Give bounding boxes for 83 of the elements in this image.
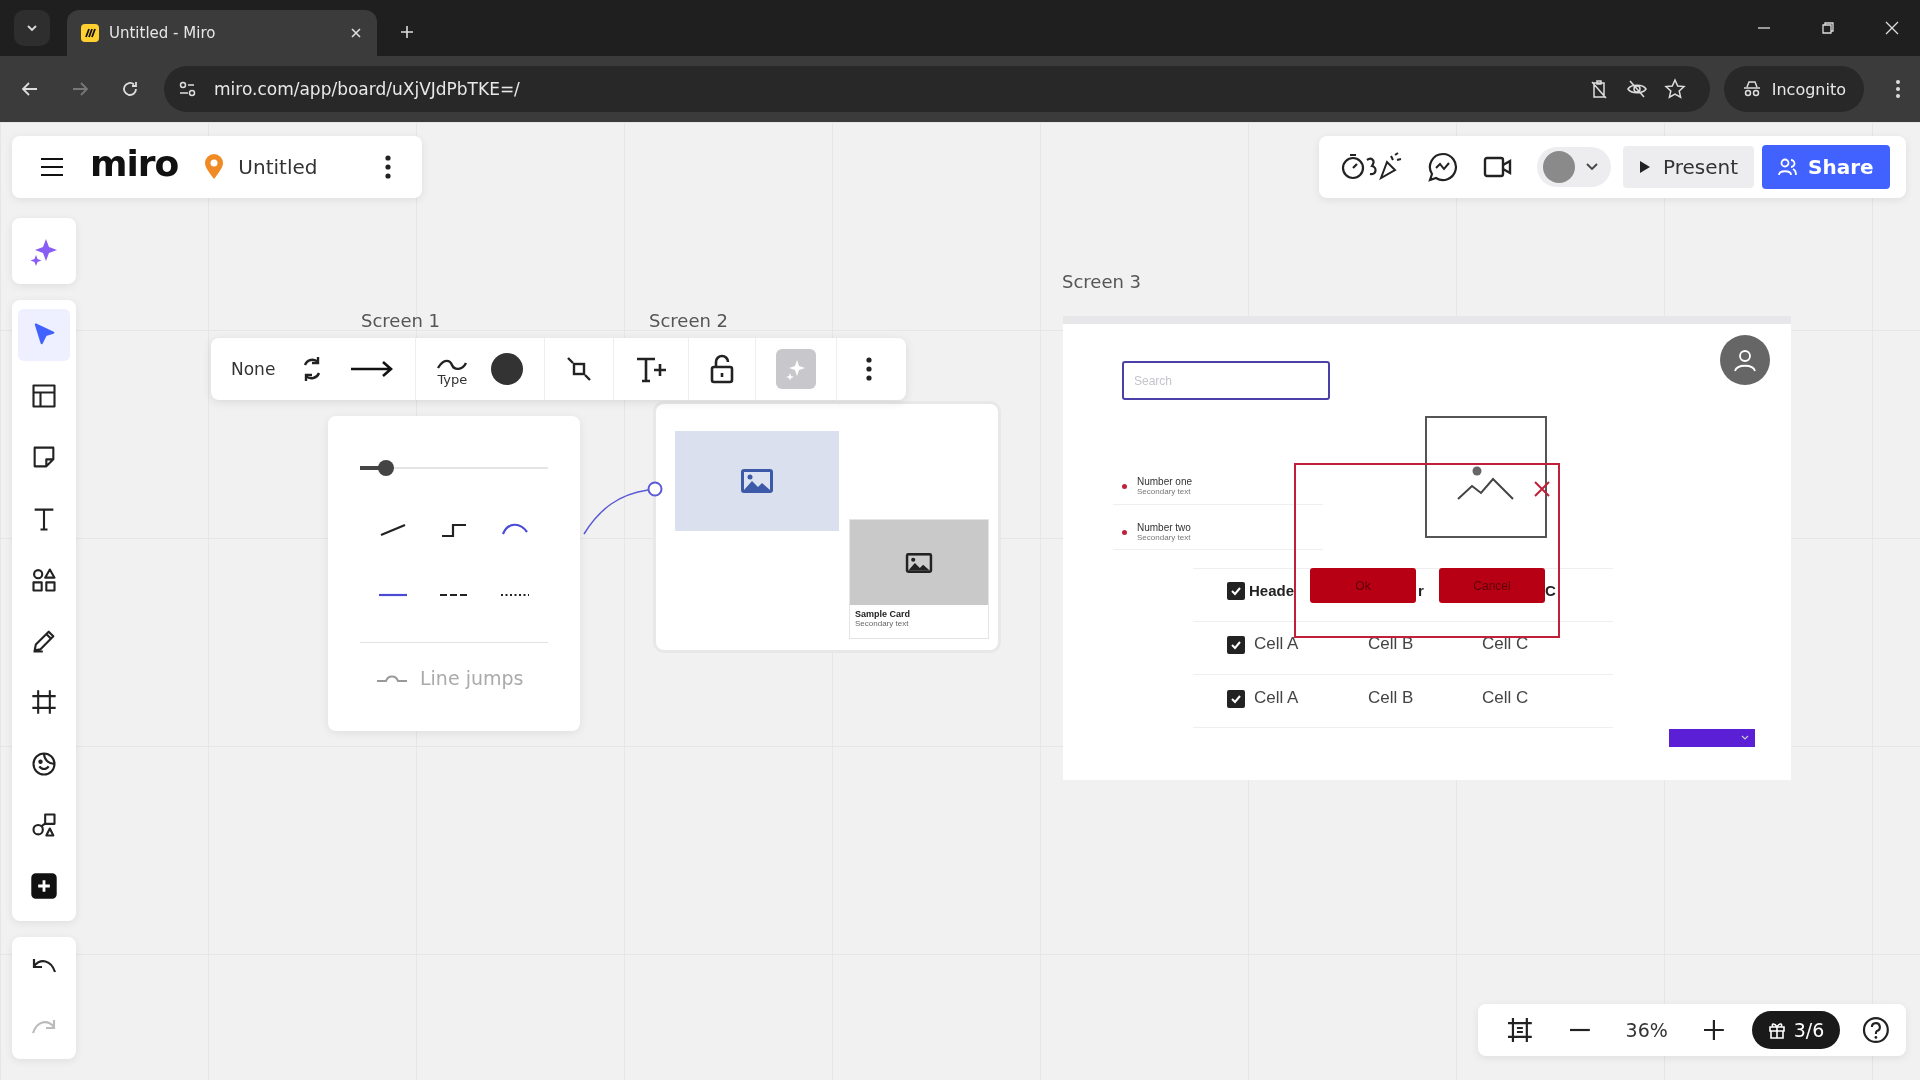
timer-confetti-icon[interactable] — [1341, 152, 1403, 182]
star-icon[interactable] — [1663, 78, 1686, 100]
browser-tab[interactable]: Untitled - Miro — [67, 10, 377, 56]
start-cap-button[interactable]: None — [231, 355, 276, 383]
video-camera-icon[interactable] — [1483, 155, 1513, 179]
url-text: miro.com/app/board/uXjVJdPbTKE=/ — [214, 79, 520, 99]
card-subtitle: Secondary text — [854, 619, 910, 628]
column-header: Heade — [1249, 582, 1295, 599]
checkmark-icon — [1230, 693, 1242, 705]
address-field[interactable]: miro.com/app/board/uXjVJdPbTKE=/ — [164, 66, 1710, 112]
list-bullet — [1122, 483, 1127, 489]
checkmark-icon — [1230, 639, 1242, 651]
present-button[interactable]: Present — [1623, 146, 1755, 188]
wave-icon — [436, 357, 469, 372]
chevron-down-icon — [1741, 735, 1749, 741]
fit-to-screen-icon[interactable] — [1506, 1016, 1534, 1044]
avatar — [1543, 151, 1575, 183]
checkbox[interactable] — [1227, 582, 1245, 600]
table-cell: Cell B — [1368, 688, 1414, 708]
frame-label: Screen 3 — [1062, 271, 1142, 292]
connector-handle[interactable] — [647, 481, 663, 497]
select-tool[interactable] — [18, 308, 70, 361]
table-cell: Cell C — [1482, 688, 1529, 708]
list-item-title: Number two — [1137, 522, 1191, 533]
table-cell: Cell A — [1254, 688, 1299, 708]
collaborators-button[interactable] — [1537, 147, 1611, 187]
chevron-down-icon — [1585, 162, 1599, 172]
frame-label: Screen 1 — [361, 310, 441, 331]
list-item-subtitle: Secondary text — [1137, 533, 1191, 542]
table-cell: Cell A — [1254, 634, 1299, 654]
board-title[interactable]: Untitled — [238, 155, 318, 179]
frame-icon — [30, 688, 58, 717]
gift-icon — [1767, 1021, 1786, 1039]
zoom-in-icon[interactable] — [1701, 1018, 1726, 1042]
incognito-badge[interactable]: Incognito — [1723, 66, 1864, 112]
list-bullet — [1122, 529, 1127, 535]
checkbox[interactable] — [1227, 690, 1245, 708]
column-header: r — [1418, 582, 1424, 599]
table-icon — [30, 381, 58, 410]
close-icon[interactable] — [1884, 20, 1900, 36]
smiley-icon — [30, 749, 58, 778]
card-title: Sample Card — [854, 608, 912, 619]
restore-icon[interactable] — [1820, 20, 1836, 36]
more-vertical-icon[interactable] — [865, 356, 874, 382]
list-item-subtitle: Secondary text — [1137, 487, 1192, 496]
list-item-title: Number one — [1137, 476, 1193, 487]
menu-icon[interactable] — [40, 157, 64, 177]
unlock-icon[interactable] — [709, 353, 736, 385]
mountain-icon — [1456, 466, 1516, 502]
more-vertical-icon[interactable] — [1894, 78, 1902, 100]
share-button[interactable]: Share — [1762, 145, 1890, 189]
plus-icon — [30, 872, 58, 901]
line-color-swatch[interactable] — [490, 352, 525, 386]
play-icon — [1639, 160, 1651, 174]
column-header: C — [1545, 582, 1556, 599]
user-icon — [1732, 347, 1758, 373]
logo[interactable]: miro — [90, 146, 179, 188]
diagram-icon — [30, 811, 58, 839]
eye-off-icon[interactable] — [1625, 78, 1648, 100]
close-icon[interactable] — [349, 26, 363, 40]
zoom-level[interactable]: 36% — [1625, 1019, 1668, 1041]
connector-line[interactable] — [583, 489, 649, 535]
shapes-icon — [30, 565, 58, 594]
checkbox[interactable] — [1227, 636, 1245, 654]
chat-icon[interactable] — [1427, 151, 1459, 183]
app-favicon-icon — [81, 24, 99, 42]
image-icon — [740, 468, 774, 494]
wireframe-frame[interactable]: Sample Card Secondary text — [656, 404, 998, 650]
more-vertical-icon[interactable] — [384, 154, 392, 180]
search-field[interactable]: Search — [1122, 361, 1330, 400]
incognito-icon — [1741, 79, 1762, 99]
frame-label: Screen 2 — [649, 310, 729, 331]
image-icon — [905, 551, 933, 574]
profile-label: Incognito — [1771, 79, 1846, 99]
onboarding-progress-button[interactable]: 3/6 — [1751, 1011, 1841, 1049]
new-tab-icon[interactable] — [399, 24, 415, 40]
reload-icon[interactable] — [120, 79, 140, 99]
close-icon[interactable] — [1532, 479, 1552, 499]
tab-title: Untitled - Miro — [109, 24, 217, 42]
people-icon — [1778, 158, 1799, 176]
help-icon[interactable] — [1862, 1016, 1890, 1044]
line-type-button[interactable]: Type — [436, 351, 469, 387]
checkmark-icon — [1230, 585, 1242, 597]
